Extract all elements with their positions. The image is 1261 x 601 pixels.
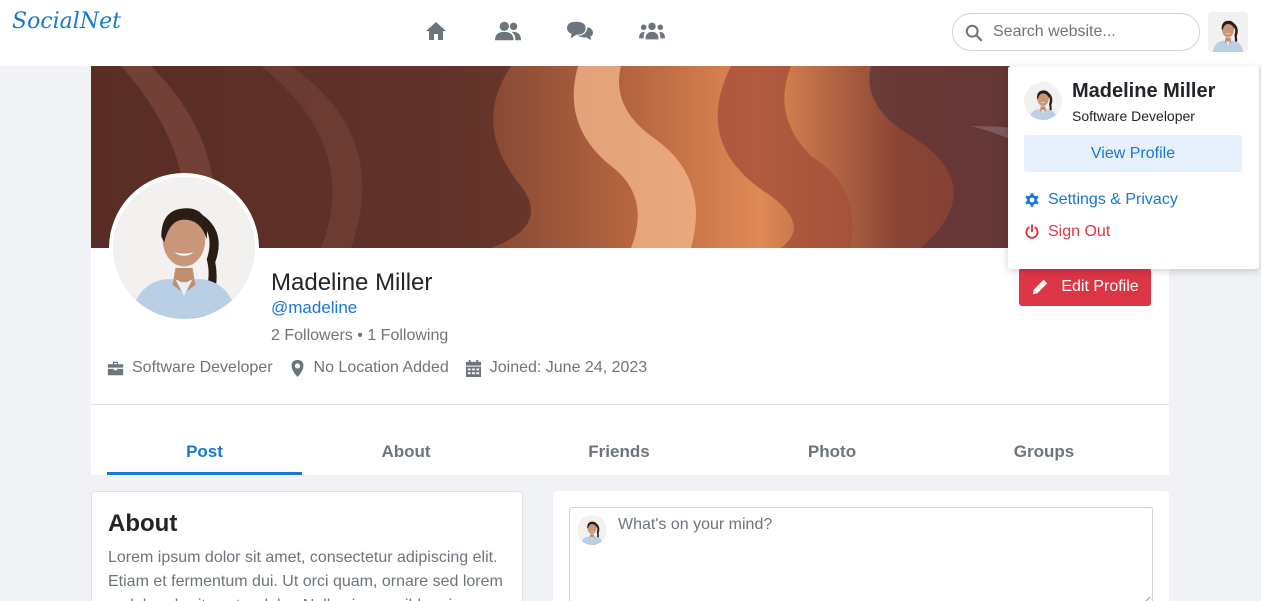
edit-profile-label: Edit Profile [1061, 278, 1139, 295]
occupation-text: Software Developer [132, 359, 273, 376]
profile-avatar[interactable] [109, 173, 259, 323]
top-navbar: SocialNet [0, 0, 1261, 66]
tab-about[interactable]: About [302, 431, 510, 475]
occupation-info: Software Developer [107, 359, 273, 377]
search-input[interactable] [993, 20, 1188, 44]
post-composer-card: What's on your mind? [553, 491, 1169, 601]
power-icon [1025, 224, 1039, 239]
joined-info: Joined: June 24, 2023 [465, 359, 647, 377]
profile-handle[interactable]: @madeline [271, 298, 357, 318]
settings-privacy-label: Settings & Privacy [1048, 191, 1178, 208]
followers-count[interactable]: 2 Followers [271, 327, 353, 344]
view-profile-button[interactable]: View Profile [1024, 135, 1242, 172]
joined-text: Joined: June 24, 2023 [489, 359, 648, 376]
profile-divider [91, 404, 1169, 405]
nav-friends-button[interactable] [472, 14, 544, 48]
nav-home-button[interactable] [400, 14, 472, 48]
about-title: About [108, 510, 178, 537]
follow-separator: • [357, 327, 363, 344]
composer-placeholder: What's on your mind? [618, 516, 773, 533]
dropdown-avatar [1024, 82, 1062, 120]
messages-icon [567, 21, 593, 41]
location-text: No Location Added [313, 359, 449, 376]
settings-privacy-link[interactable]: Settings & Privacy [1024, 191, 1178, 209]
tab-photo[interactable]: Photo [728, 431, 936, 475]
main-nav [400, 14, 688, 48]
map-pin-icon [291, 359, 303, 377]
search-icon [965, 24, 983, 42]
composer-avatar [577, 515, 607, 545]
profile-name: Madeline Miller [271, 269, 433, 296]
resize-handle-icon[interactable] [1142, 596, 1150, 601]
briefcase-icon [107, 361, 124, 375]
post-composer-input[interactable]: What's on your mind? [569, 507, 1153, 601]
pencil-icon [1033, 279, 1048, 295]
nav-avatar[interactable] [1208, 12, 1248, 52]
tab-groups[interactable]: Groups [936, 431, 1152, 475]
profile-tabs: Post About Friends Photo Groups [107, 431, 1169, 475]
profile-meta: Software Developer No Location Added Joi… [107, 359, 663, 377]
search-box [952, 13, 1200, 51]
following-count[interactable]: 1 Following [367, 327, 448, 344]
sign-out-label: Sign Out [1048, 223, 1111, 240]
follow-stats: 2 Followers • 1 Following [271, 327, 448, 345]
nav-groups-button[interactable] [616, 14, 688, 48]
friends-icon [495, 21, 521, 41]
edit-profile-button[interactable]: Edit Profile [1019, 268, 1151, 306]
dropdown-user-role: Software Developer [1072, 108, 1195, 124]
tab-friends[interactable]: Friends [510, 431, 728, 475]
brand-logo[interactable]: SocialNet [12, 9, 121, 34]
nav-messages-button[interactable] [544, 14, 616, 48]
profile-dropdown-menu: Madeline Miller Software Developer View … [1008, 66, 1259, 269]
about-text: Lorem ipsum dolor sit amet, consectetur … [108, 549, 503, 601]
dropdown-user-name: Madeline Miller [1072, 80, 1216, 102]
home-icon [426, 22, 446, 40]
groups-icon [639, 22, 665, 40]
calendar-icon [465, 359, 481, 377]
about-card: About Lorem ipsum dolor sit amet, consec… [91, 491, 523, 601]
sign-out-link[interactable]: Sign Out [1024, 223, 1110, 241]
tab-post[interactable]: Post [107, 431, 302, 475]
gear-icon [1025, 193, 1039, 207]
location-info: No Location Added [289, 359, 449, 377]
